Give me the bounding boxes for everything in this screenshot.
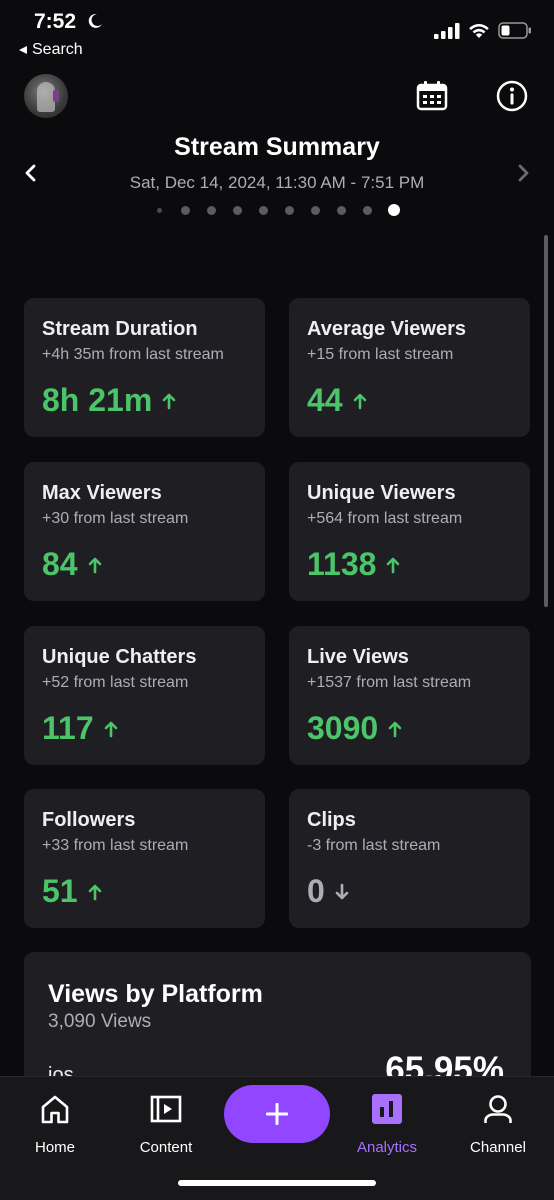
stat-card-title: Unique Viewers [307,482,456,504]
status-time: 7:52 [34,10,77,33]
page-dot[interactable] [156,207,162,213]
stat-card-title: Average Viewers [307,318,466,340]
stream-date-range: Sat, Dec 14, 2024, 11:30 AM - 7:51 PM [129,173,425,192]
arrow-up-icon [353,393,366,409]
screen: 7:52 Search Stream Summary Sat, Dec 14, … [0,0,554,1200]
arrow-up-icon [162,393,176,409]
back-to-search-link[interactable]: Search [18,41,83,59]
create-button[interactable] [224,1085,330,1143]
wifi-icon [469,23,489,38]
scrollbar[interactable] [544,235,548,607]
stat-card: Max Viewers +30 from last stream 84 [24,462,265,601]
moon-icon [88,13,102,28]
page-dot[interactable] [180,205,190,215]
back-label: Search [32,41,83,58]
tab-channel[interactable]: Channel [448,1091,548,1156]
chevron-right-icon [518,164,529,182]
tab-content-label: Content [139,1139,193,1156]
page-dot[interactable] [258,205,268,215]
stat-card-value: 84 [42,546,78,582]
stat-card-value: 44 [307,382,343,418]
page-dot-active[interactable] [388,204,400,216]
stat-card-change: +1537 from last stream [307,674,472,691]
plus-icon [266,1103,288,1125]
next-stream-button[interactable] [512,162,534,184]
arrow-up-icon [388,721,402,737]
stat-card-change: +564 from last stream [307,510,463,527]
stat-card-change: +15 from last stream [307,346,454,363]
stat-card-value-row: 84 [42,546,102,583]
info-icon [496,80,528,112]
stat-card-change: +52 from last stream [42,674,189,691]
platform-title: Views by Platform [48,980,263,1008]
calendar-icon [416,81,448,111]
stat-card-value-row: 8h 21m [42,382,176,419]
stat-card-change: -3 from last stream [307,837,441,854]
stat-card: Clips -3 from last stream 0 [289,789,530,928]
back-triangle-icon [19,46,27,54]
arrow-up-icon [88,557,101,573]
home-icon [41,1095,69,1124]
stat-card-value-row: 44 [307,382,367,419]
stat-card-value-row: 117 [42,710,118,747]
stat-card: Average Viewers +15 from last stream 44 [289,298,530,437]
page-indicator[interactable] [0,203,554,217]
stat-card-value: 1138 [307,546,377,582]
content-icon [150,1095,182,1123]
chevron-left-icon [25,164,36,182]
battery-icon [498,22,531,39]
tab-content[interactable]: Content [116,1091,216,1156]
info-button[interactable] [496,80,528,112]
stat-card: Followers +33 from last stream 51 [24,789,265,928]
calendar-button[interactable] [416,80,448,112]
stat-card-change: +33 from last stream [42,837,189,854]
stat-card-title: Followers [42,809,136,831]
analytics-icon [372,1094,402,1124]
views-by-platform-card: Views by Platform 3,090 Views ios 65.95% [24,952,531,1092]
stat-card-value: 51 [42,873,78,909]
channel-icon [484,1095,512,1123]
tab-analytics-label: Analytics [356,1139,418,1156]
page-dot[interactable] [232,205,242,215]
stat-card: Live Views +1537 from last stream 3090 [289,626,530,765]
stat-card: Stream Duration +4h 35m from last stream 8… [24,298,265,437]
previous-stream-button[interactable] [20,162,42,184]
tab-home-label: Home [34,1139,75,1156]
stat-card-value-row: 1138 [307,546,400,583]
tab-home[interactable]: Home [5,1091,105,1156]
stat-card-title: Stream Duration [42,318,198,340]
page-dot[interactable] [310,205,320,215]
stat-card: Unique Viewers +564 from last stream 1138 [289,462,530,601]
stat-card-value: 3090 [307,710,379,746]
stat-card-change: +4h 35m from last stream [42,346,224,363]
tab-analytics[interactable]: Analytics [337,1091,437,1156]
stat-card-value: 117 [42,710,94,746]
stat-card-value-row: 3090 [307,710,402,747]
stat-card-title: Max Viewers [42,482,162,504]
platform-total-views: 3,090 Views [48,1011,152,1032]
stat-card-value: 8h 21m [42,382,153,418]
page-dot[interactable] [284,205,294,215]
home-indicator[interactable] [178,1180,376,1186]
status-icons [434,22,532,39]
page-title: Stream Summary [174,133,380,161]
stat-card-value-row: 51 [42,873,102,910]
stat-card-title: Unique Chatters [42,646,197,668]
stat-card-title: Live Views [307,646,409,668]
arrow-down-icon [335,883,349,899]
arrow-up-icon [88,884,101,900]
page-dot[interactable] [336,205,346,215]
stat-card-change: +30 from last stream [42,510,189,527]
cellular-signal-icon [434,22,460,39]
arrow-up-icon [387,557,400,573]
stat-card-value: 0 [307,873,325,909]
stat-card: Unique Chatters +52 from last stream 117 [24,626,265,765]
stat-card-title: Clips [307,809,356,831]
page-dot[interactable] [362,205,372,215]
page-dot[interactable] [206,205,216,215]
stat-card-value-row: 0 [307,873,349,910]
arrow-up-icon [104,721,117,737]
tab-channel-label: Channel [470,1139,526,1156]
avatar[interactable] [24,74,68,118]
